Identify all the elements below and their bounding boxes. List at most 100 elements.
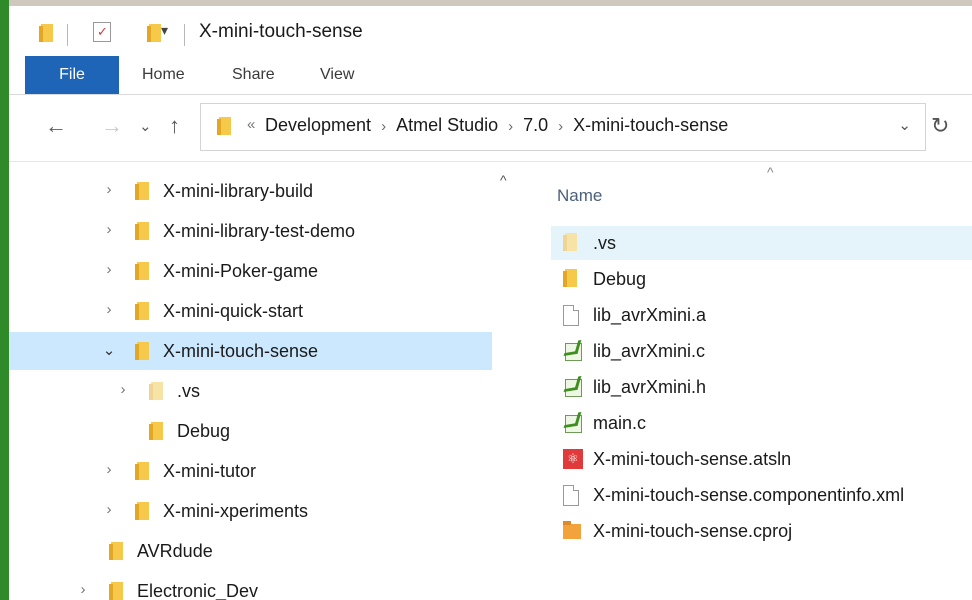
scroll-up-icon[interactable]: ^: [500, 172, 507, 188]
file-row[interactable]: .vs: [551, 226, 972, 260]
tree-item-label: X-mini-Poker-game: [163, 261, 319, 281]
folder-icon: [109, 542, 123, 560]
expand-chevron-icon[interactable]: ›: [101, 301, 117, 318]
breadcrumb-separator-icon[interactable]: ›: [508, 118, 513, 135]
breadcrumb-separator-icon[interactable]: ›: [558, 118, 563, 135]
tab-view[interactable]: View: [320, 56, 354, 94]
breadcrumb-x-mini-touch-sense[interactable]: X-mini-touch-sense: [573, 115, 728, 135]
tab-home[interactable]: Home: [142, 56, 185, 94]
tree-item-x-mini-library-test-demo[interactable]: › X-mini-library-test-demo: [9, 212, 492, 250]
up-arrow-icon[interactable]: ↑: [169, 113, 180, 139]
folder-icon: [149, 382, 163, 400]
file-row[interactable]: X-mini-touch-sense.componentinfo.xml: [551, 478, 972, 512]
tab-file[interactable]: File: [25, 56, 119, 94]
breadcrumb-7-0[interactable]: 7.0: [523, 115, 548, 135]
file-row[interactable]: Debug: [551, 262, 972, 296]
breadcrumb: Development › Atmel Studio › 7.0 › X-mini-touc…: [265, 115, 728, 136]
overflow-chevron-icon[interactable]: «: [247, 116, 255, 133]
refresh-icon[interactable]: ↻: [931, 113, 949, 139]
tree-item-x-mini-tutor[interactable]: › X-mini-tutor: [9, 452, 492, 490]
tree-item-label: X-mini-touch-sense: [163, 341, 319, 361]
forward-arrow-icon[interactable]: →: [101, 113, 123, 139]
folder-faded-icon: [563, 233, 577, 251]
tree-item-label: X-mini-library-test-demo: [163, 221, 356, 241]
tree-item-label: X-mini-library-build: [163, 181, 314, 201]
tree-item-x-mini-library-build[interactable]: › X-mini-library-build: [9, 172, 492, 210]
document-icon: [563, 305, 579, 326]
breadcrumb-atmel-studio[interactable]: Atmel Studio: [396, 115, 498, 135]
project-icon: [563, 521, 581, 539]
title-bar: ✓ ▾ X-mini-touch-sense: [9, 6, 972, 56]
folder-icon: [149, 422, 163, 440]
breadcrumb-development[interactable]: Development: [265, 115, 371, 135]
file-row[interactable]: lib_avrXmini.c: [551, 334, 972, 368]
separator: [184, 24, 185, 46]
c-source-icon: [563, 339, 583, 361]
expand-chevron-icon[interactable]: ›: [101, 501, 117, 518]
properties-icon[interactable]: ✓: [93, 22, 111, 42]
folder-icon: [135, 462, 149, 480]
document-icon: [563, 485, 579, 506]
folder-icon: [135, 302, 149, 320]
window-title: X-mini-touch-sense: [199, 21, 363, 42]
sort-indicator-icon: ^: [767, 164, 774, 180]
expand-chevron-icon[interactable]: ›: [101, 461, 117, 478]
back-arrow-icon[interactable]: ←: [45, 113, 67, 139]
folder-icon: [39, 24, 53, 42]
c-source-icon: [563, 411, 583, 433]
tree-item-avrdude[interactable]: AVRdude: [9, 532, 492, 570]
file-row[interactable]: X-mini-touch-sense.cproj: [551, 514, 972, 548]
tree-item-x-mini-quick-start[interactable]: › X-mini-quick-start: [9, 292, 492, 330]
tree-item-electronic-dev[interactable]: › Electronic_Dev: [9, 572, 492, 600]
address-bar[interactable]: « Development › Atmel Studio › 7.0 › X-mini-to…: [200, 103, 926, 151]
folder-icon: [135, 182, 149, 200]
tree-item-label: Debug: [177, 421, 231, 441]
ribbon-tabs: File Home Share View: [9, 56, 972, 95]
folder-icon: [135, 342, 149, 360]
expand-chevron-icon[interactable]: ›: [101, 221, 117, 238]
new-folder-icon[interactable]: [147, 24, 162, 42]
file-name: X-mini-touch-sense.componentinfo.xml: [593, 485, 905, 505]
tree-item-label: X-mini-xperiments: [163, 501, 309, 521]
separator: [67, 24, 68, 46]
expand-chevron-icon[interactable]: ›: [115, 381, 131, 398]
tab-share[interactable]: Share: [232, 56, 275, 94]
file-name: Debug: [593, 269, 647, 289]
desktop-edge: [0, 0, 9, 600]
explorer-window: ✓ ▾ X-mini-touch-sense File Home Share V…: [9, 6, 972, 600]
tree-item-label: AVRdude: [137, 541, 213, 561]
address-dropdown-icon[interactable]: ⌄: [898, 116, 911, 134]
atmel-solution-icon: ⚛: [563, 449, 583, 469]
expand-chevron-icon[interactable]: ›: [101, 181, 117, 198]
folder-icon: [563, 269, 577, 287]
tree-item-label: X-mini-tutor: [163, 461, 257, 481]
file-row[interactable]: main.c: [551, 406, 972, 440]
file-name: X-mini-touch-sense.cproj: [593, 521, 793, 541]
recent-locations-icon[interactable]: ⌄: [139, 117, 152, 135]
tree-item-label: .vs: [177, 381, 201, 401]
expand-chevron-icon[interactable]: ›: [101, 261, 117, 278]
expand-chevron-icon[interactable]: ›: [75, 581, 91, 598]
tree-item-debug[interactable]: Debug: [9, 412, 492, 450]
navigation-pane: › X-mini-library-build › X-mini-library-…: [9, 162, 492, 600]
folder-icon: [109, 582, 123, 600]
tree-item-x-mini-poker-game[interactable]: › X-mini-Poker-game: [9, 252, 492, 290]
folder-icon: [135, 502, 149, 520]
file-name: main.c: [593, 413, 647, 433]
file-name: lib_avrXmini.h: [593, 377, 707, 397]
file-row[interactable]: ⚛ X-mini-touch-sense.atsln: [551, 442, 972, 476]
column-header-name[interactable]: Name: [557, 186, 602, 206]
collapse-chevron-icon[interactable]: ⌄: [101, 341, 117, 359]
file-name: lib_avrXmini.a: [593, 305, 707, 325]
navigation-bar: ← → ⌄ ↑ « Development › Atmel Studio › 7.0 › X…: [9, 95, 972, 162]
file-list-pane: ^ Name .vs Debug lib_avrXmini.a lib_avrX…: [527, 162, 972, 600]
file-row[interactable]: lib_avrXmini.a: [551, 298, 972, 332]
tree-item-x-mini-xperiments[interactable]: › X-mini-xperiments: [9, 492, 492, 530]
tree-item-vs[interactable]: › .vs: [9, 372, 492, 410]
navigation-pane-scrollbar[interactable]: ^: [494, 162, 524, 600]
file-name: .vs: [593, 233, 617, 253]
tree-item-x-mini-touch-sense[interactable]: ⌄ X-mini-touch-sense: [9, 332, 492, 370]
file-row[interactable]: lib_avrXmini.h: [551, 370, 972, 404]
breadcrumb-separator-icon[interactable]: ›: [381, 118, 386, 135]
customize-quick-access-icon[interactable]: ▾: [161, 22, 168, 39]
